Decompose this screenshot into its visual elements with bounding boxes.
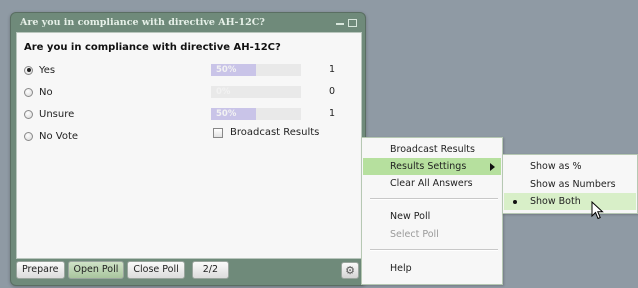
gear-icon: ⚙ bbox=[345, 264, 355, 277]
poll-context-menu: Broadcast Results Results Settings Clear… bbox=[361, 137, 503, 285]
window-controls bbox=[336, 16, 357, 30]
results-settings-submenu: Show as % Show as Numbers Show Both bbox=[502, 154, 638, 214]
result-count: 1 bbox=[329, 108, 336, 119]
poll-window-title: Are you in compliance with directive AH-… bbox=[20, 17, 265, 28]
option-label: Unsure bbox=[39, 108, 75, 120]
result-count: 1 bbox=[329, 64, 336, 75]
mouse-pointer-icon bbox=[591, 201, 604, 220]
menu-item-new-poll[interactable]: New Poll bbox=[363, 208, 501, 225]
radio-no[interactable] bbox=[24, 87, 33, 97]
poll-window-titlebar[interactable]: Are you in compliance with directive AH-… bbox=[15, 15, 361, 31]
poll-window: Are you in compliance with directive AH-… bbox=[10, 12, 366, 286]
menu-separator bbox=[370, 198, 498, 200]
radio-yes[interactable] bbox=[24, 65, 33, 75]
option-label: Yes bbox=[39, 64, 56, 76]
radio-no-vote[interactable] bbox=[24, 131, 33, 141]
submenu-item-show-as-percent[interactable]: Show as % bbox=[504, 158, 636, 175]
option-no[interactable]: No bbox=[24, 85, 53, 99]
radio-selected-dot bbox=[26, 68, 31, 72]
menu-separator bbox=[370, 249, 498, 251]
result-percent: 50% bbox=[216, 65, 237, 75]
submenu-item-show-as-numbers[interactable]: Show as Numbers bbox=[504, 176, 636, 193]
broadcast-results-label: Broadcast Results bbox=[230, 127, 320, 138]
minimize-icon[interactable] bbox=[336, 23, 344, 25]
submenu-arrow-icon bbox=[490, 163, 495, 171]
broadcast-results-checkbox-row[interactable]: Broadcast Results bbox=[213, 127, 319, 138]
poll-question: Are you in compliance with directive AH-… bbox=[24, 42, 281, 53]
poll-toolbar: Prepare Open Poll Close Poll 2/2 bbox=[16, 261, 230, 279]
result-count: 0 bbox=[329, 86, 336, 97]
result-bar-unsure: 50% bbox=[211, 108, 301, 120]
open-poll-button[interactable]: Open Poll bbox=[67, 261, 125, 279]
menu-item-help[interactable]: Help bbox=[363, 260, 501, 277]
radio-unsure[interactable] bbox=[24, 109, 33, 119]
broadcast-results-checkbox[interactable] bbox=[213, 127, 223, 138]
result-bar-no: 0% bbox=[211, 86, 301, 98]
submenu-item-show-both[interactable]: Show Both bbox=[504, 193, 636, 210]
checked-bullet-icon bbox=[513, 200, 517, 204]
poll-page-counter[interactable]: 2/2 bbox=[191, 261, 230, 279]
menu-item-broadcast-results[interactable]: Broadcast Results bbox=[363, 141, 501, 158]
result-percent: 0% bbox=[216, 87, 231, 97]
poll-content: Are you in compliance with directive AH-… bbox=[16, 32, 362, 259]
prepare-button[interactable]: Prepare bbox=[16, 261, 65, 279]
result-bar-yes: 50% bbox=[211, 64, 301, 76]
menu-item-select-poll: Select Poll bbox=[390, 229, 439, 240]
close-poll-button[interactable]: Close Poll bbox=[127, 261, 185, 279]
option-no-vote[interactable]: No Vote bbox=[24, 129, 78, 143]
option-label: No bbox=[39, 86, 53, 98]
maximize-icon[interactable] bbox=[348, 19, 357, 27]
option-yes[interactable]: Yes bbox=[24, 63, 55, 77]
menu-item-clear-all-answers[interactable]: Clear All Answers bbox=[363, 175, 501, 192]
result-percent: 50% bbox=[216, 109, 237, 119]
submenu-item-label: Show Both bbox=[530, 196, 581, 207]
menu-item-results-settings[interactable]: Results Settings bbox=[363, 158, 501, 175]
poll-options-button[interactable]: ⚙ bbox=[341, 262, 359, 279]
option-label: No Vote bbox=[39, 130, 79, 142]
option-unsure[interactable]: Unsure bbox=[24, 107, 74, 121]
menu-item-label: Results Settings bbox=[390, 161, 467, 172]
